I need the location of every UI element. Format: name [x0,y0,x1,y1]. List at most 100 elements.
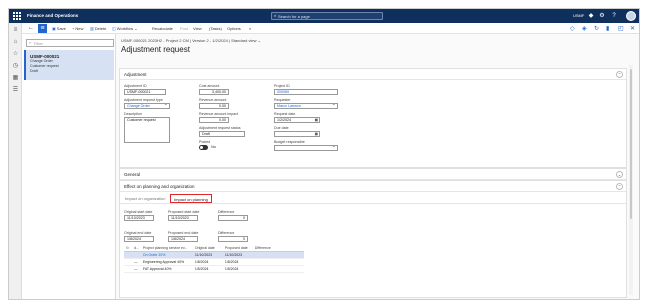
list-filter-input[interactable]: ⌕ Filter [26,39,114,47]
workspace-icon[interactable]: ▦ [12,75,19,82]
hamburger-icon[interactable]: ≡ [12,27,19,34]
company-picker[interactable]: USMF [573,13,584,18]
proposed-start-input[interactable]: 11/10/2023 [168,215,198,221]
global-search-input[interactable]: ⌕ Search for a page [271,12,383,20]
tasks-menu[interactable]: (Tasks) [209,26,222,31]
breadcrumb[interactable]: USMF-000021 2023H2 - Project 2 CM | Vers… [121,38,261,43]
cost-amount-field: Cost amount 3,400.00 [199,84,229,95]
row-checkbox[interactable] [124,251,132,259]
plus-icon: + [72,26,75,31]
description-field: Description Customer request [124,112,170,143]
general-section: General ⌄ [119,168,627,180]
status-input[interactable]: Draft [199,131,245,137]
effect-section: Effect on planning and organization ⌃ Im… [119,180,627,298]
list-pane: ⌕ Filter USMF-000021 Change Order Custom… [22,34,116,299]
close-icon[interactable]: ✕ [630,25,635,32]
navigation-rail: ≡ ⌂ ☆ ◷ ▦ ☰ [9,23,22,299]
revenue-amount-input[interactable]: 0.00 [199,103,229,109]
tab-impact-organization[interactable]: Impact on organization [122,194,168,203]
filter-icon: ⌕ [29,40,32,45]
table-row[interactable]: — FAT Approval 40% 1/5/2024 1/5/2024 [124,265,304,273]
request-date-field: Request date 1/2/2024 ▦ [274,112,320,123]
app-launcher-icon[interactable] [13,12,21,20]
calendar-icon[interactable]: ▦ [315,118,318,122]
save-icon: ▣ [52,26,56,31]
general-section-header[interactable]: General ⌄ [120,169,626,180]
request-type-select[interactable]: Change Order [124,103,170,109]
tab-impact-planning[interactable]: Impact on planning [170,194,212,203]
request-date-input[interactable]: 1/2/2024 ▦ [274,117,320,123]
options-menu[interactable]: Options [227,26,241,31]
due-date-input[interactable]: ▦ [274,131,320,137]
main-content: USMF-000021 2023H2 - Project 2 CM | Vers… [116,34,629,299]
vertical-scrollbar[interactable] [629,65,633,295]
collapse-chevron-icon[interactable]: ⌃ [616,71,623,78]
attach-icon[interactable]: ◇ [570,25,575,32]
effect-section-header[interactable]: Effect on planning and organization ⌃ [120,181,626,192]
proposed-end-input[interactable]: 1/8/2024 [168,236,198,242]
office-icon[interactable]: ◈ [582,25,587,32]
status-field: Adjustment request status Draft [199,126,245,137]
new-button[interactable]: +New [72,26,83,31]
adjustment-id-input[interactable]: USMF-000021 [124,89,166,95]
original-end-input[interactable]: 1/8/2024 [124,236,154,242]
budget-responsible-field: Budget responsible [274,140,338,151]
requester-select[interactable]: Marco Larsson [274,103,338,109]
revenue-amount-field: Revenue amount 0.00 [199,98,229,109]
search-actions-icon[interactable]: ⌕ [249,26,251,31]
collapse-chevron-icon[interactable]: ⌃ [616,183,623,190]
back-arrow-icon[interactable]: ← [28,25,34,31]
workflow-button[interactable]: ◫Workflow ⌄ [112,26,138,31]
clock-icon[interactable]: ◷ [12,63,19,70]
modules-icon[interactable]: ☰ [12,87,19,94]
popout-icon[interactable]: ◰ [618,25,624,32]
home-icon[interactable]: ⌂ [12,39,19,46]
view-menu[interactable]: View [193,26,202,31]
help-icon[interactable]: ? [610,12,618,20]
original-start-field: Original start date 11/10/2023 [124,210,154,221]
cost-amount-input[interactable]: 3,400.00 [199,89,229,95]
star-icon[interactable]: ☆ [12,51,19,58]
top-bar: Finance and Operations ⌕ Search for a pa… [9,9,639,23]
row-checkbox[interactable] [124,258,132,266]
list-item[interactable]: USMF-000021 Change Order Customer reques… [24,50,114,80]
post-button[interactable]: Post [180,26,188,31]
start-difference-field: Difference 0 [218,210,248,221]
expand-chevron-icon[interactable]: ⌄ [616,171,623,178]
project-id-field: Project ID 000069 [274,84,338,95]
search-icon: ⌕ [274,13,277,18]
gear-icon[interactable]: ⚙ [598,12,606,20]
description-textarea[interactable]: Customer request [124,117,170,143]
end-difference-field: Difference 0 [218,231,248,242]
posted-toggle[interactable] [199,145,208,150]
save-button[interactable]: ▣Save [52,26,66,31]
adjustment-section-header[interactable]: Adjustment ⌃ [120,69,626,80]
delete-button[interactable]: ▥Delete [90,26,106,31]
revenue-impact-input[interactable]: 0.00 [199,117,229,123]
table-row[interactable]: — Engineering Approval 40% 1/8/2024 1/8/… [124,258,304,266]
list-toggle-button[interactable]: ≡ [38,24,47,33]
user-avatar[interactable] [626,11,636,21]
effect-tabs: Impact on organization Impact on plannin… [120,193,626,204]
trash-icon: ▥ [90,26,94,31]
recalculate-button[interactable]: Recalculate [152,26,173,31]
table-row[interactable]: On Order 20% 11/10/2023 11/10/2023 [124,251,304,259]
end-difference-input[interactable]: 0 [218,236,248,242]
project-id-input[interactable]: 000069 [274,89,338,95]
page-title: Adjustment request [121,45,190,54]
adjustment-section: Adjustment ⌃ Adjustment ID USMF-000021 A… [119,68,627,168]
app-title: Finance and Operations [27,13,79,18]
row-checkbox[interactable] [124,265,132,273]
posted-value: No [211,145,216,150]
budget-responsible-select[interactable] [274,145,338,151]
start-difference-input[interactable]: 0 [218,215,248,221]
request-type-field: Adjustment request type Change Order [124,98,170,109]
calendar-icon[interactable]: ▦ [315,132,318,136]
original-start-input[interactable]: 11/10/2023 [124,215,154,221]
search-placeholder: Search for a page [278,14,310,19]
due-date-field: Due date ▦ [274,126,320,137]
bell-icon[interactable]: ◆ [587,12,595,20]
refresh-icon[interactable]: ↻ [594,25,599,32]
posted-field: Posted No [199,140,216,150]
power-apps-icon[interactable]: ▮ [606,25,609,32]
